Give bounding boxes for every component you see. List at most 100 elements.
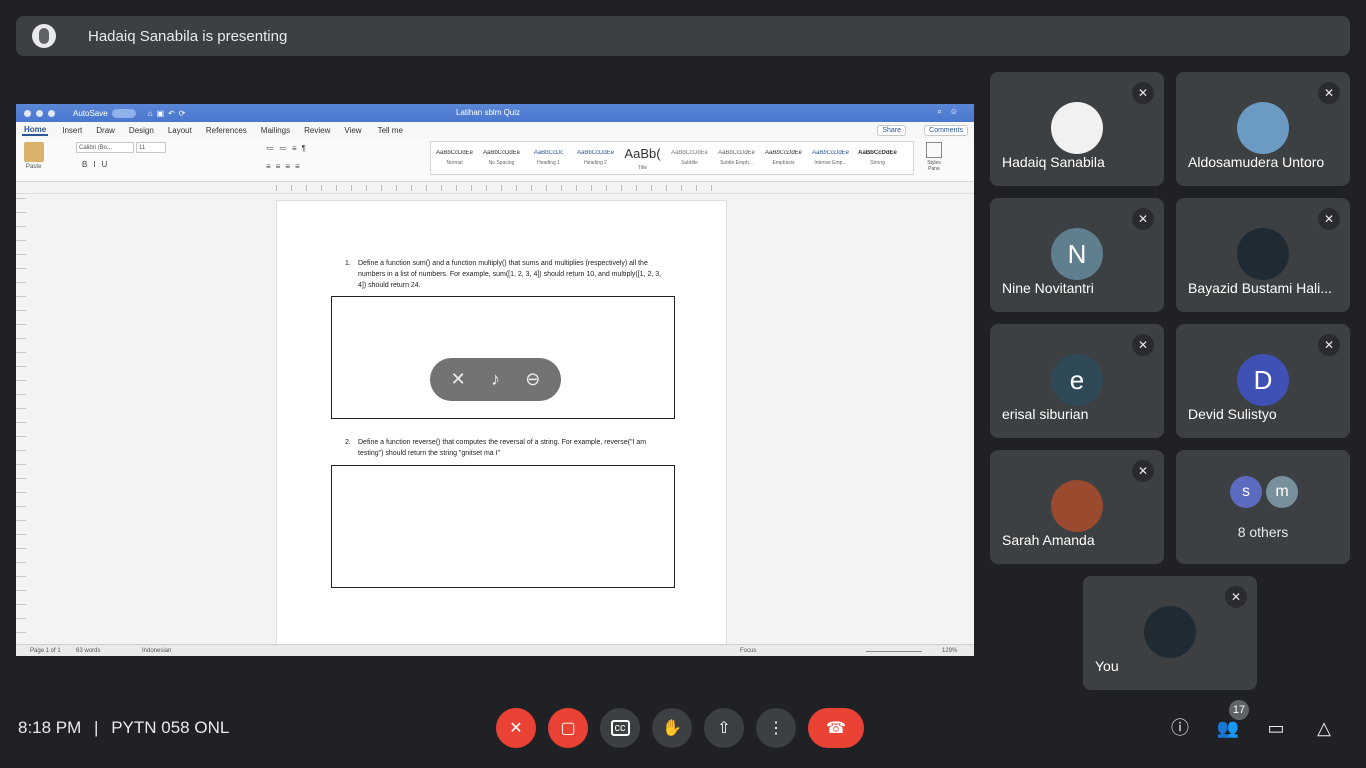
participant-tile[interactable]: ✕ Aldosamudera Untoro — [1176, 72, 1350, 186]
mic-off-icon: ✕ — [509, 720, 523, 737]
ribbon-tabs: Home Insert Draw Design Layout Reference… — [16, 122, 974, 138]
clock-time: 8:18 PM — [18, 718, 82, 737]
paste-label: Paste — [26, 164, 42, 170]
zoom-slider[interactable] — [866, 651, 922, 652]
tab-layout[interactable]: Layout — [168, 126, 192, 135]
present-icon: ⇧ — [717, 720, 731, 737]
mic-off-icon: ✕ — [1318, 334, 1340, 356]
document-page[interactable]: 1. Define a function sum() and a functio… — [276, 200, 727, 648]
participant-tile[interactable]: ✕ Hadaiq Sanabila — [990, 72, 1164, 186]
style-title[interactable]: AaBb(Title — [619, 142, 666, 174]
mic-off-icon: ✕ — [1132, 82, 1154, 104]
participant-name: Bayazid Bustami Hali... — [1188, 280, 1332, 296]
style-no-spacing[interactable]: AaBbCcDdEe No Spacing — [478, 142, 525, 174]
style-subtitle[interactable]: AaBbCcDdEe Subtitle — [666, 142, 713, 174]
participant-name: Aldosamudera Untoro — [1188, 154, 1325, 170]
style-heading-2[interactable]: AaBbCcDdEe Heading 2 — [572, 142, 619, 174]
hand-icon: ✋ — [662, 720, 682, 737]
presenting-banner: Hadaiq Sanabila is presenting — [16, 16, 1350, 56]
autosave-label: AutoSave — [73, 108, 108, 118]
meeting-info: 8:18 PM | PYTN 058 ONL — [18, 718, 229, 738]
tab-references[interactable]: References — [206, 126, 247, 135]
participant-tile[interactable]: ✕ Bayazid Bustami Hali... — [1176, 198, 1350, 312]
search-icon[interactable]: ⌕☺ — [937, 107, 966, 117]
question-2: 2. Define a function reverse() that comp… — [345, 437, 668, 459]
style-normal[interactable]: AaBbCcDdEe Normal — [431, 142, 478, 174]
tab-insert[interactable]: Insert — [62, 126, 82, 135]
avatar — [1144, 606, 1196, 658]
avatar: m — [1266, 476, 1298, 508]
others-tile[interactable]: s m 8 others — [1176, 450, 1350, 564]
paragraph-align-buttons[interactable]: ≡≡≡≡ — [266, 162, 305, 171]
share-button[interactable]: Share — [877, 125, 906, 136]
mic-off-icon: ✕ — [1132, 208, 1154, 230]
styles-gallery: AaBbCcDdEe Normal AaBbCcDdEe No Spacing Aa… — [430, 141, 914, 175]
remove-icon[interactable]: ⊖ — [525, 369, 540, 390]
autosave-toggle[interactable] — [111, 108, 136, 118]
horizontal-ruler — [16, 182, 974, 194]
window-controls[interactable] — [24, 109, 55, 117]
question-1-text: Define a function sum() and a function m… — [358, 260, 662, 289]
captions-button[interactable]: cc — [600, 708, 640, 748]
font-name-select[interactable]: Calibri (Bo... — [76, 142, 134, 153]
raise-hand-button[interactable]: ✋ — [652, 708, 692, 748]
zoom-level: 129% — [942, 648, 958, 654]
comments-button[interactable]: Comments — [924, 125, 968, 136]
end-call-button[interactable]: ☎ — [808, 708, 864, 748]
word-titlebar: AutoSave ⌂▣↶⟳ Latihan sblm Quiz ⌕☺ — [16, 104, 974, 122]
mic-toggle-button[interactable]: ✕ — [496, 708, 536, 748]
participant-name: Nine Novitantri — [1002, 280, 1094, 296]
document-title: Latihan sblm Quiz — [456, 108, 521, 117]
mic-off-icon: ✕ — [1318, 208, 1340, 230]
participant-tile[interactable]: ✕ N Nine Novitantri — [990, 198, 1164, 312]
avatar: D — [1237, 354, 1289, 406]
camera-toggle-button[interactable]: ▢ — [548, 708, 588, 748]
avatar — [1051, 102, 1103, 154]
style-heading-1[interactable]: AaBbCcDc Heading 1 — [525, 142, 572, 174]
present-button[interactable]: ⇧ — [704, 708, 744, 748]
question-2-number: 2. — [345, 439, 351, 446]
participant-name: Devid Sulistyo — [1188, 406, 1277, 422]
unpin-icon[interactable]: ✕ — [451, 369, 466, 390]
page-count: Page 1 of 1 — [30, 648, 61, 654]
tab-review[interactable]: Review — [304, 126, 330, 135]
participant-tile[interactable]: ✕ e erisal siburian — [990, 324, 1164, 438]
avatar: s — [1230, 476, 1262, 508]
participant-tile[interactable]: ✕ Sarah Amanda — [990, 450, 1164, 564]
format-buttons[interactable]: BIU — [82, 160, 113, 169]
answer-box-2[interactable] — [331, 465, 675, 588]
styles-pane-button[interactable]: Styles Pane — [922, 142, 946, 172]
focus-button[interactable]: Focus — [740, 648, 756, 654]
mute-icon[interactable]: ♪ — [491, 369, 500, 390]
style-strong[interactable]: AaBbCcDdEe Strong — [854, 142, 901, 174]
tell-me[interactable]: Tell me — [378, 126, 403, 135]
others-avatars: s m — [1230, 476, 1298, 508]
style-intense-emphasis[interactable]: AaBbCcDdEe Intense Emp... — [807, 142, 854, 174]
quick-access-icons[interactable]: ⌂▣↶⟳ — [148, 109, 190, 118]
more-options-button[interactable]: ⋮ — [756, 708, 796, 748]
tab-home[interactable]: Home — [22, 125, 49, 136]
mic-off-icon: ✕ — [1132, 460, 1154, 482]
participant-tile[interactable]: ✕ D Devid Sulistyo — [1176, 324, 1350, 438]
mic-off-icon: ✕ — [1132, 334, 1154, 356]
paragraph-list-buttons[interactable]: ≔≔≡¶ — [266, 144, 311, 153]
tab-design[interactable]: Design — [129, 126, 154, 135]
self-tile[interactable]: ✕ You — [1083, 576, 1257, 690]
tab-view[interactable]: View — [344, 126, 361, 135]
vertical-ruler — [16, 198, 26, 638]
tab-mailings[interactable]: Mailings — [261, 126, 290, 135]
word-count: 63 words — [76, 648, 101, 654]
paste-icon[interactable] — [24, 142, 44, 162]
activities-icon[interactable]: △ — [1312, 716, 1336, 740]
question-1: 1. Define a function sum() and a functio… — [345, 258, 668, 291]
chat-icon[interactable]: ▭ — [1264, 716, 1288, 740]
meeting-code: PYTN 058 ONL — [111, 718, 230, 737]
captions-icon: cc — [610, 720, 630, 736]
info-icon[interactable]: ⓘ — [1168, 716, 1192, 740]
style-subtle-emphasis[interactable]: AaBbCcDdEe Subtle Emph... — [713, 142, 760, 174]
question-2-text: Define a function reverse() that compute… — [358, 439, 647, 457]
style-emphasis[interactable]: AaBbCcDdEe Emphasis — [760, 142, 807, 174]
tab-draw[interactable]: Draw — [96, 126, 115, 135]
font-size-select[interactable]: 11 — [136, 142, 166, 153]
presenting-text: Hadaiq Sanabila is presenting — [88, 27, 288, 45]
